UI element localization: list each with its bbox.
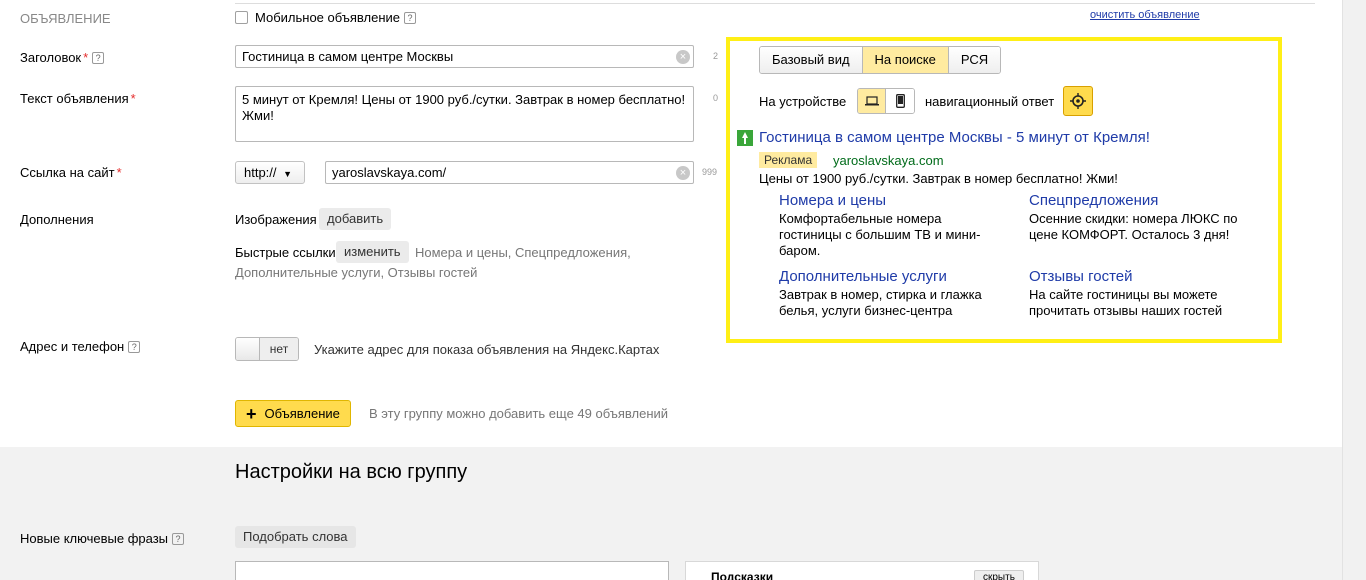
toggle-state: нет xyxy=(260,338,298,360)
edit-quick-links-button[interactable]: изменить xyxy=(336,241,409,263)
quick-links-list-continued: Дополнительные услуги, Отзывы гостей xyxy=(235,265,478,280)
mobile-ad-checkbox[interactable] xyxy=(235,11,248,24)
sitelink-title[interactable]: Номера и цены xyxy=(779,192,886,209)
tab-search[interactable]: На поиске xyxy=(862,47,949,73)
plus-icon: + xyxy=(246,403,257,424)
ad-text-label: Текст объявления * xyxy=(20,91,136,106)
protocol-select[interactable]: http:// ▼ xyxy=(235,161,305,184)
top-divider xyxy=(235,3,1315,4)
clear-headline-icon[interactable]: × xyxy=(676,50,690,64)
address-hint: Укажите адрес для показа объявления на Я… xyxy=(314,342,660,357)
site-url-input[interactable]: yaroslavskaya.com/ xyxy=(325,161,694,184)
sitelink-desc: Комфортабельные номера гостиницы с больш… xyxy=(779,211,981,258)
help-icon[interactable]: ? xyxy=(92,52,105,64)
nav-answer-label: навигационный ответ xyxy=(925,94,1055,109)
extras-label: Дополнения xyxy=(20,212,94,227)
chevron-down-icon: ▼ xyxy=(283,169,293,179)
sitelink-title[interactable]: Отзывы гостей xyxy=(1029,268,1133,285)
hints-title: Подсказки xyxy=(711,570,774,580)
ad-title-link[interactable]: Гостиница в самом центре Москвы - 5 мину… xyxy=(759,129,1150,146)
desktop-icon[interactable] xyxy=(858,89,886,113)
headline-input[interactable]: Гостиница в самом центре Москвы xyxy=(235,45,694,68)
target-icon xyxy=(1070,93,1086,109)
page-scrollbar[interactable] xyxy=(1342,0,1366,580)
ad-text-textarea[interactable]: 5 минут от Кремля! Цены от 1900 руб./сут… xyxy=(235,86,694,142)
group-settings-title: Настройки на всю группу xyxy=(235,461,468,483)
tab-rsya[interactable]: РСЯ xyxy=(948,47,1001,73)
device-label: На устройстве xyxy=(759,94,847,109)
ad-body-text: Цены от 1900 руб./сутки. Завтрак в номер… xyxy=(759,171,1118,186)
url-counter: 999 xyxy=(702,167,718,177)
sitelink-title[interactable]: Спецпредложения xyxy=(1029,192,1158,209)
mobile-ad-label: Мобильное объявление? xyxy=(255,10,417,25)
hints-panel: Подсказки скрыть xyxy=(685,561,1039,580)
address-toggle[interactable]: нет xyxy=(235,337,299,361)
sitelink-title[interactable]: Дополнительные услуги xyxy=(779,268,947,285)
preview-mode-tabs: Базовый вид На поиске РСЯ xyxy=(759,46,1002,74)
headline-counter: 2 xyxy=(713,51,719,61)
tab-basic[interactable]: Базовый вид xyxy=(760,47,863,73)
add-image-button[interactable]: добавить xyxy=(319,208,392,230)
quick-links-list: Номера и цены, Спецпредложения, xyxy=(415,245,631,260)
toggle-knob xyxy=(236,338,260,360)
group-settings-section xyxy=(0,447,1342,580)
nav-answer-button[interactable] xyxy=(1063,86,1093,116)
add-ad-button[interactable]: + Объявление xyxy=(235,400,351,427)
clear-ad-link[interactable]: очистить объявление xyxy=(1090,9,1200,21)
favicon-icon xyxy=(737,130,753,146)
quick-links-label: Быстрые ссылки xyxy=(235,245,336,260)
headline-label: Заголовок *? xyxy=(20,50,105,65)
hide-hints-button[interactable]: скрыть xyxy=(974,570,1024,580)
images-label: Изображения xyxy=(235,212,317,227)
sitelink-desc: На сайте гостиницы вы можете прочитать о… xyxy=(1029,287,1223,318)
address-label: Адрес и телефон? xyxy=(20,339,141,354)
section-label: ОБЪЯВЛЕНИЕ xyxy=(20,11,111,26)
ad-text-counter: 0 xyxy=(713,93,719,103)
help-icon[interactable]: ? xyxy=(128,341,141,353)
ad-badge: Реклама xyxy=(759,152,818,168)
sitelink-desc: Завтрак в номер, стирка и глажка белья, … xyxy=(779,287,982,318)
keywords-label: Новые ключевые фразы? xyxy=(20,531,185,546)
ad-url[interactable]: yaroslavskaya.com xyxy=(833,153,944,168)
pick-words-button[interactable]: Подобрать слова xyxy=(235,526,356,548)
sitelink-desc: Осенние скидки: номера ЛЮКС по цене КОМФ… xyxy=(1029,211,1238,242)
device-switcher xyxy=(857,88,915,114)
mobile-icon[interactable] xyxy=(886,89,914,113)
help-icon[interactable]: ? xyxy=(172,533,185,545)
help-icon[interactable]: ? xyxy=(404,12,417,24)
site-link-label: Ссылка на сайт * xyxy=(20,165,122,180)
ad-preview-panel: Базовый вид На поиске РСЯ На устройстве … xyxy=(726,37,1282,343)
clear-url-icon[interactable]: × xyxy=(676,166,690,180)
add-ad-hint: В эту группу можно добавить еще 49 объяв… xyxy=(369,406,669,421)
keywords-textarea[interactable] xyxy=(235,561,669,580)
